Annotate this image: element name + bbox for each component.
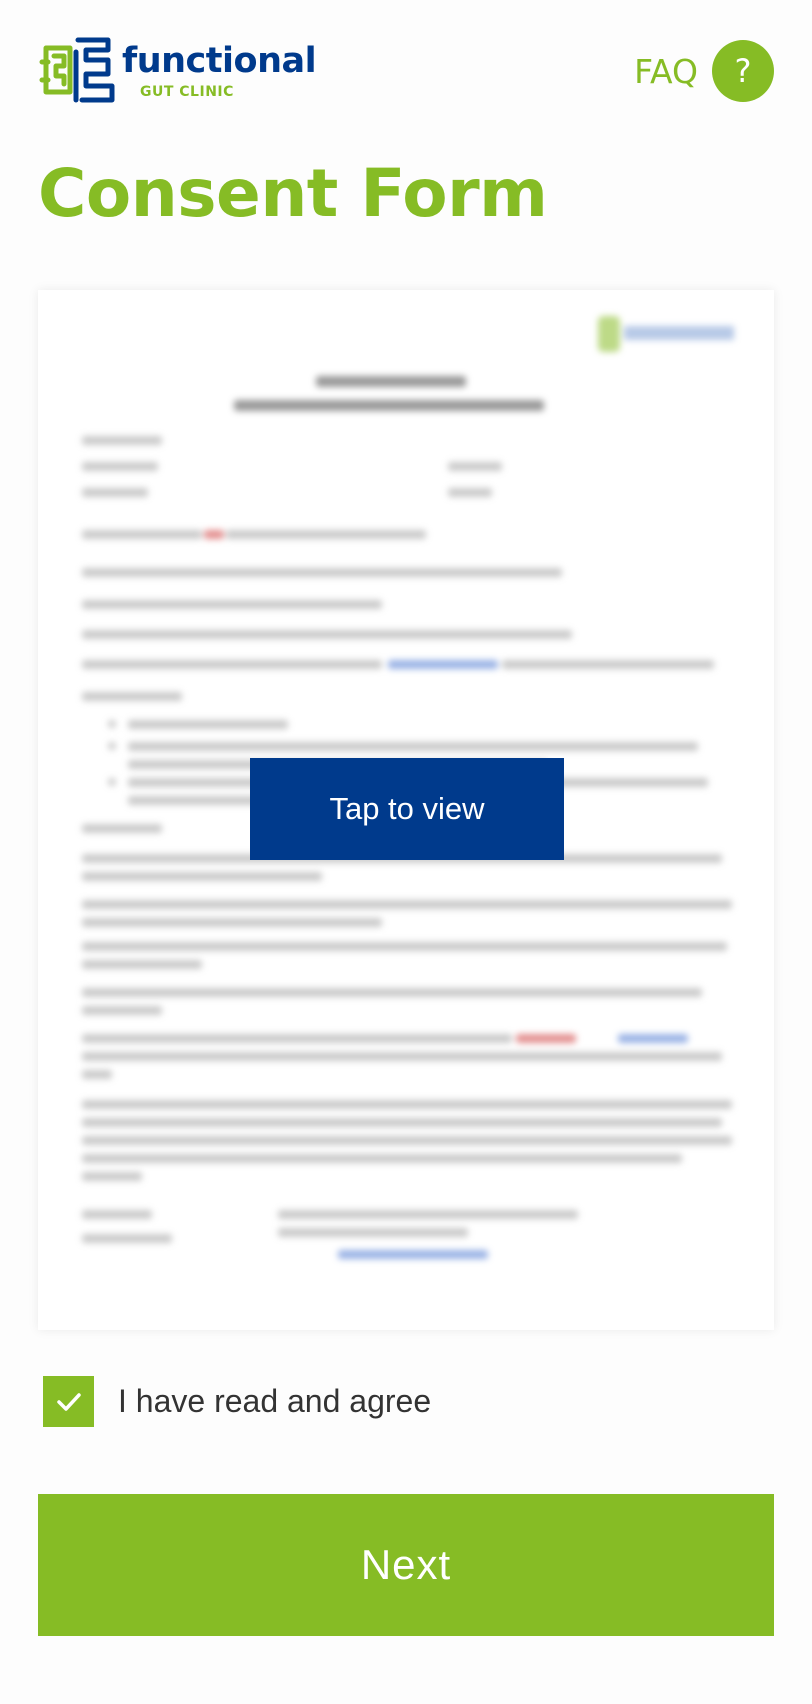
consent-form-screen: functional GUT CLINIC FAQ ? Consent Form [0,0,812,1704]
question-circle-icon: ? [712,40,774,102]
agree-checkbox[interactable] [43,1376,94,1427]
consent-document-preview[interactable]: Tap to view [38,290,774,1330]
faq-label: FAQ [634,51,698,91]
brand-logo: functional GUT CLINIC [38,32,338,108]
faq-button[interactable]: FAQ ? [634,40,774,102]
brand-name: functional [122,41,317,81]
header: functional GUT CLINIC FAQ ? [0,0,812,150]
agree-checkbox-row[interactable]: I have read and agree [43,1376,431,1427]
tap-to-view-button[interactable]: Tap to view [250,758,564,860]
agree-label: I have read and agree [118,1383,432,1419]
page-title: Consent Form [38,155,548,232]
next-button[interactable]: Next [38,1494,774,1636]
brand-subname: GUT CLINIC [140,84,234,100]
gut-maze-logo-icon [39,37,115,103]
checkmark-icon [56,1392,81,1411]
